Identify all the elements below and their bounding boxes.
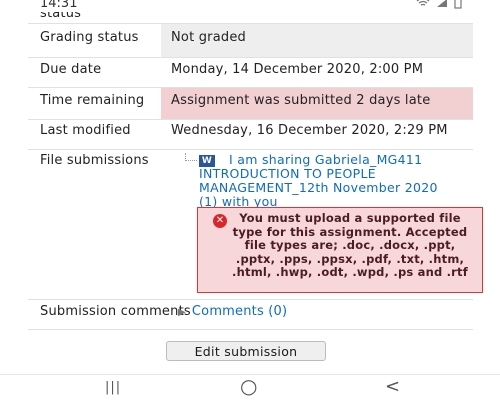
battery-icon [454, 0, 462, 9]
comments-toggle[interactable]: ▶ Comments (0) [178, 304, 287, 319]
wifi-icon [416, 0, 430, 6]
status-time: 14:31 [40, 0, 78, 11]
due-date-label: Due date [40, 62, 102, 77]
android-nav-bar: ||| ○ < [0, 374, 500, 400]
grading-status-label: Grading status [40, 30, 139, 45]
signal-icon [437, 0, 447, 7]
submitted-file-link[interactable]: I am sharing Gabriela_MG411 INTRODUCTION… [199, 153, 455, 209]
comments-link[interactable]: Comments (0) [192, 304, 287, 319]
tree-connector [185, 153, 197, 161]
edit-submission-button[interactable]: Edit submission [166, 341, 326, 361]
time-remaining-row: Time remaining Assignment was submitted … [28, 88, 473, 120]
file-type-error-box: ✕ You must upload a supported file type … [197, 207, 483, 293]
file-type-error-message: You must upload a supported file type fo… [232, 211, 468, 279]
recents-button[interactable]: ||| [105, 380, 121, 395]
file-submission-tree: W I am sharing Gabriela_MG411 INTRODUCTI… [155, 153, 455, 209]
status-icons [416, 0, 462, 9]
expand-arrow-icon: ▶ [178, 307, 186, 318]
submission-comments-label: Submission comments [40, 304, 191, 319]
last-modified-row: Last modified Wednesday, 16 December 202… [28, 120, 473, 150]
status-bar: 14:31 [0, 0, 500, 12]
file-item: W I am sharing Gabriela_MG411 INTRODUCTI… [155, 153, 455, 209]
time-remaining-value: Assignment was submitted 2 days late [161, 88, 473, 119]
word-file-icon: W [199, 155, 215, 167]
last-modified-value: Wednesday, 16 December 2020, 2:29 PM [171, 123, 448, 138]
last-modified-label: Last modified [40, 123, 131, 138]
due-date-value: Monday, 14 December 2020, 2:00 PM [171, 62, 424, 77]
due-date-row: Due date Monday, 14 December 2020, 2:00 … [28, 58, 473, 88]
grading-status-value: Not graded [161, 24, 473, 57]
back-button[interactable]: < [385, 376, 400, 397]
file-submissions-label: File submissions [40, 153, 149, 168]
error-x-icon: ✕ [213, 214, 227, 228]
home-button[interactable]: ○ [240, 374, 257, 398]
time-remaining-label: Time remaining [40, 93, 145, 108]
grading-status-row: Grading status Not graded [28, 24, 473, 58]
